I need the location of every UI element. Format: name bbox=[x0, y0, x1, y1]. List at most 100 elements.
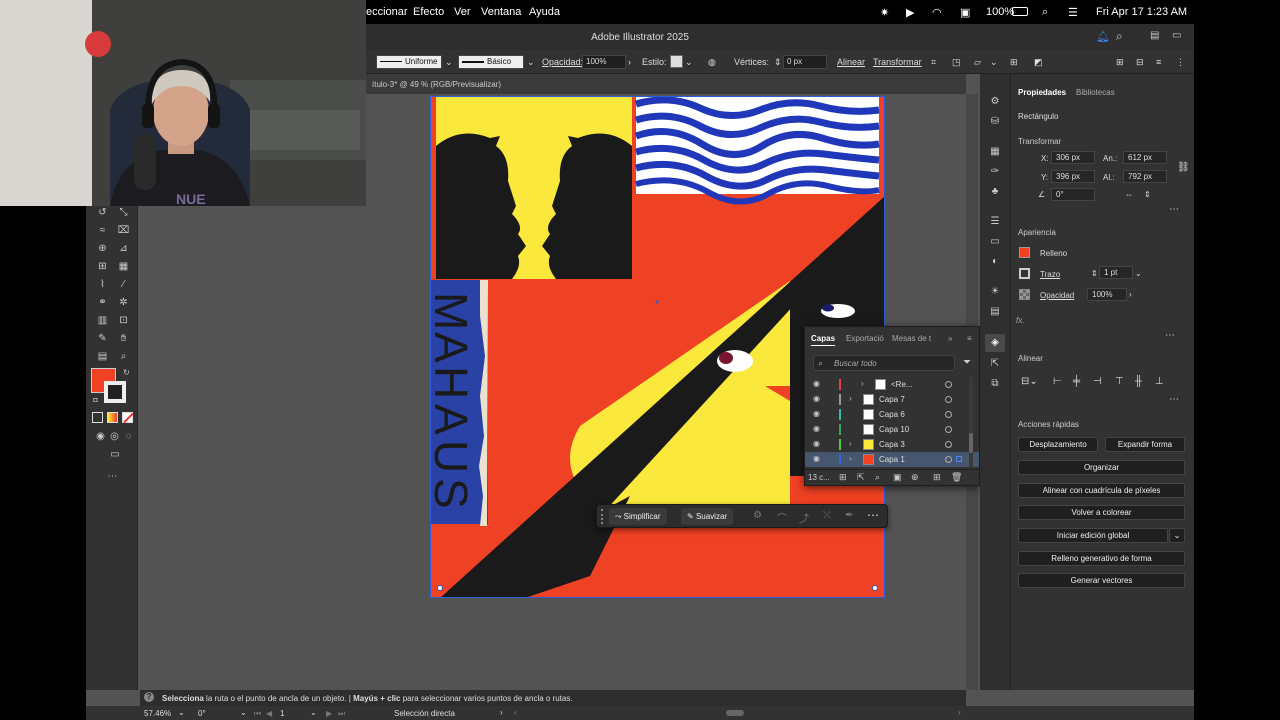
shape-builder-icon[interactable]: ⊕ bbox=[96, 242, 109, 255]
width-field[interactable]: 612 px bbox=[1123, 151, 1167, 164]
target-circle[interactable] bbox=[945, 411, 952, 418]
horizontal-scroll-thumb[interactable] bbox=[726, 710, 744, 716]
panel-menu-icon[interactable]: ≡ bbox=[967, 334, 972, 343]
chevron-right-icon[interactable]: › bbox=[500, 708, 503, 717]
scale-tool-icon[interactable]: ⤡ bbox=[117, 206, 130, 219]
layers-search-field[interactable]: ⌕ Buscar todo bbox=[813, 355, 955, 371]
tab-mesas[interactable]: Mesas de t bbox=[892, 334, 931, 343]
align-left-icon[interactable]: ⊢ bbox=[1053, 376, 1062, 387]
offset-path-button[interactable]: Desplazamiento bbox=[1018, 437, 1098, 452]
panel-menu-icon[interactable]: ≡ bbox=[1156, 57, 1161, 67]
isolate-icon[interactable]: ⌗ bbox=[931, 57, 936, 68]
chevron-right-icon[interactable]: › bbox=[849, 394, 852, 403]
target-circle[interactable] bbox=[945, 381, 952, 388]
y-field[interactable]: 396 px bbox=[1051, 170, 1095, 183]
blend-icon[interactable]: ⚭ bbox=[96, 296, 109, 309]
stroke-swatch[interactable] bbox=[104, 381, 126, 403]
curve-icon[interactable]: ⌒ bbox=[777, 510, 787, 525]
chevron-right-icon[interactable]: › bbox=[849, 439, 852, 448]
swatches-panel-icon[interactable]: ▦ bbox=[989, 146, 1001, 158]
mask-icon[interactable]: ◩ bbox=[1034, 57, 1043, 68]
envelope-icon[interactable]: ▱ bbox=[974, 57, 981, 68]
menu-ventana[interactable]: Ventana bbox=[481, 6, 521, 18]
align-top-icon[interactable]: ⊤ bbox=[1115, 376, 1124, 387]
opacity-swatch[interactable] bbox=[1019, 289, 1030, 300]
tab-propiedades[interactable]: Propiedades bbox=[1018, 88, 1066, 97]
warp-tool-icon[interactable]: ≈ bbox=[96, 224, 109, 237]
height-field[interactable]: 792 px bbox=[1123, 170, 1167, 183]
symbols-panel-icon[interactable]: ♣ bbox=[989, 186, 1001, 198]
layer-row[interactable]: ◉ Capa 10 bbox=[805, 422, 979, 437]
none-mode-swatch[interactable] bbox=[122, 412, 134, 424]
transform-link[interactable]: Transformar bbox=[873, 57, 922, 67]
menu-ver[interactable]: Ver bbox=[454, 6, 471, 18]
chevron-down-icon[interactable]: ⌄ bbox=[445, 57, 453, 68]
layers-scroll-thumb[interactable] bbox=[969, 433, 973, 453]
menu-seleccionar[interactable]: eccionar bbox=[366, 6, 408, 18]
search-icon[interactable]: ⌕ bbox=[1116, 29, 1123, 44]
default-colors-icon[interactable]: ◘ bbox=[89, 394, 102, 407]
stroke-label[interactable]: Trazo bbox=[1040, 270, 1060, 279]
drag-handle-icon[interactable] bbox=[601, 509, 604, 524]
convert-anchor-icon[interactable]: ⤴ bbox=[799, 510, 809, 525]
artboards-panel-icon[interactable]: ⧉ bbox=[989, 378, 1001, 390]
prev-artboard-icon[interactable]: ◀ bbox=[266, 709, 272, 718]
align-bottom-icon[interactable]: ⊥ bbox=[1155, 376, 1164, 387]
align-link[interactable]: Alinear bbox=[837, 57, 865, 67]
chevron-down-icon[interactable]: ⌄ bbox=[685, 57, 693, 68]
eyedropper-icon[interactable]: ⁄ bbox=[117, 278, 130, 291]
layer-row-selected[interactable]: ◉ › Capa 1 bbox=[805, 452, 979, 467]
shape-options-icon[interactable]: ◳ bbox=[952, 57, 961, 68]
anchor-tool-icon[interactable]: ⚙ bbox=[753, 510, 762, 521]
stroke-weight-field[interactable]: 1 pt bbox=[1099, 266, 1133, 279]
selection-square[interactable] bbox=[956, 456, 962, 462]
locate-object-icon[interactable]: ⌕ bbox=[875, 472, 880, 483]
opacity-field[interactable]: 100% bbox=[1087, 288, 1127, 301]
draw-behind-icon[interactable]: ◎ bbox=[108, 430, 121, 443]
flip-horizontal-icon[interactable]: ⇔ bbox=[1125, 190, 1133, 199]
live-paint-icon[interactable]: ⊿ bbox=[117, 242, 130, 255]
chevron-down-icon[interactable]: ⌄ bbox=[240, 708, 247, 717]
perspective-grid-icon[interactable]: ⊞ bbox=[96, 260, 109, 273]
brightness-icon[interactable]: ✷ bbox=[880, 6, 889, 19]
generative-shape-fill-button[interactable]: Relleno generativo de forma bbox=[1018, 551, 1185, 566]
pen-icon[interactable]: ✒ bbox=[845, 510, 853, 521]
align-pixel-grid-button[interactable]: Alinear con cuadrícula de píxeles bbox=[1018, 483, 1185, 498]
appearance-panel-icon[interactable]: ☀ bbox=[989, 286, 1001, 298]
distribute-icon[interactable]: ⊟ bbox=[1136, 57, 1144, 68]
scroll-left-icon[interactable]: ‹ bbox=[514, 708, 517, 717]
rotate-tool-icon[interactable]: ↺ bbox=[96, 206, 109, 219]
zoom-icon[interactable]: ⌕ bbox=[117, 350, 130, 363]
first-artboard-icon[interactable]: ⏮ bbox=[254, 709, 261, 719]
rotation-value[interactable]: 0° bbox=[198, 709, 206, 718]
search-icon[interactable]: ⌕ bbox=[1042, 6, 1048, 19]
align-to-icon[interactable]: ⊟⌄ bbox=[1021, 376, 1038, 387]
layer-row[interactable]: ◉ › Capa 3 bbox=[805, 437, 979, 452]
recolor-button[interactable]: Volver a colorear bbox=[1018, 505, 1185, 520]
more-options-icon[interactable]: ⋯ bbox=[1169, 394, 1179, 405]
screen-mode-icon[interactable]: ▭ bbox=[106, 448, 124, 461]
clock[interactable]: Fri Apr 17 1:23 AM bbox=[1096, 6, 1187, 18]
hand-icon[interactable]: ✋︎ bbox=[117, 332, 130, 345]
vertices-field[interactable]: 0 px bbox=[783, 55, 827, 69]
gradient-mode-swatch[interactable] bbox=[107, 412, 118, 423]
color-mode-swatch[interactable] bbox=[92, 412, 103, 423]
target-circle[interactable] bbox=[945, 426, 952, 433]
menu-ayuda[interactable]: Ayuda bbox=[529, 6, 560, 18]
fx-button[interactable]: fx. bbox=[1016, 316, 1024, 325]
graph-icon[interactable]: ▥ bbox=[96, 314, 109, 327]
draw-normal-icon[interactable]: ◉ bbox=[94, 430, 107, 443]
transparency-panel-icon[interactable]: ◐ bbox=[989, 256, 1001, 268]
stroke-panel-icon[interactable]: ☰ bbox=[989, 216, 1001, 228]
battery-icon[interactable] bbox=[1012, 7, 1028, 16]
target-circle[interactable] bbox=[945, 396, 952, 403]
chevron-down-icon[interactable]: ⌄ bbox=[178, 708, 185, 717]
export-icon[interactable]: ⇱ bbox=[857, 472, 865, 483]
crop-icon[interactable]: ⊞ bbox=[1010, 57, 1018, 68]
style-swatch[interactable] bbox=[670, 55, 683, 68]
angle-field[interactable]: 0° bbox=[1051, 188, 1095, 201]
draw-inside-icon[interactable]: ◌ bbox=[122, 430, 135, 443]
align-center-v-icon[interactable]: ╫ bbox=[1135, 376, 1142, 387]
libraries-panel-icon[interactable]: ⛁ bbox=[989, 116, 1001, 128]
visibility-eye-icon[interactable]: ◉ bbox=[813, 439, 820, 448]
